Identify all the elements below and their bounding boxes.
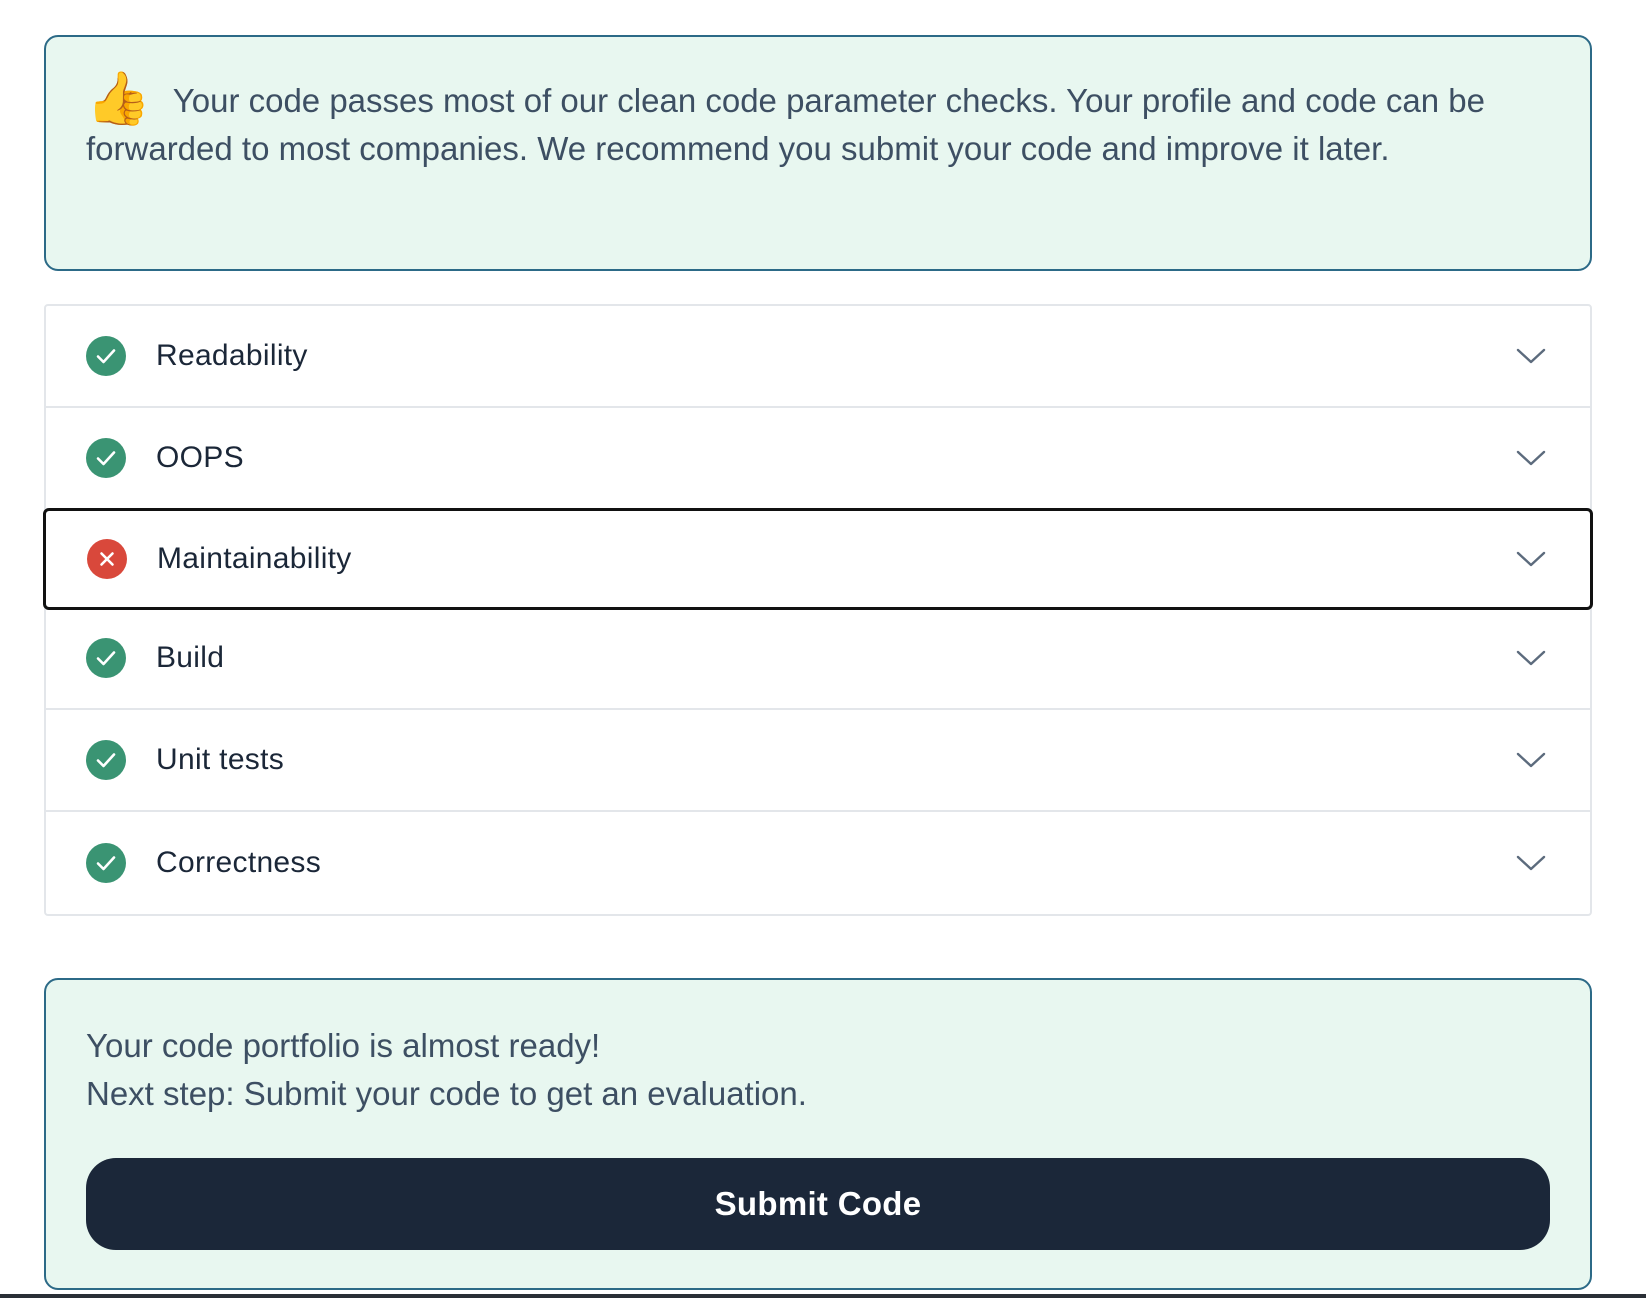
chevron-down-icon[interactable]: [1516, 854, 1546, 872]
thumbs-up-icon: 👍: [86, 70, 151, 128]
check-label: Maintainability: [157, 542, 352, 575]
check-label: Correctness: [156, 846, 322, 879]
chevron-down-icon[interactable]: [1516, 751, 1546, 769]
cta-headline: Your code portfolio is almost ready!: [86, 1027, 601, 1064]
check-pass-icon: [86, 336, 126, 376]
chevron-down-icon[interactable]: [1516, 449, 1546, 467]
check-row-build[interactable]: Build: [46, 608, 1590, 710]
banner-message: 👍 Your code passes most of our clean code…: [86, 70, 1550, 173]
check-pass-icon: [86, 638, 126, 678]
feedback-banner: 👍 Your code passes most of our clean code…: [44, 35, 1592, 271]
chevron-down-icon[interactable]: [1516, 649, 1546, 667]
check-row-correctness[interactable]: Correctness: [46, 812, 1590, 914]
check-label: Unit tests: [156, 743, 285, 776]
submit-code-button[interactable]: Submit Code: [86, 1158, 1550, 1250]
banner-text: Your code passes most of our clean code …: [86, 82, 1486, 167]
check-row-unit-tests[interactable]: Unit tests: [46, 710, 1590, 812]
check-row-oops[interactable]: OOPS: [46, 408, 1590, 510]
check-row-readability[interactable]: Readability: [46, 306, 1590, 408]
check-label: Build: [156, 641, 225, 674]
chevron-down-icon[interactable]: [1516, 550, 1546, 568]
cta-next-step: Next step: Submit your code to get an ev…: [86, 1075, 807, 1112]
check-label: OOPS: [156, 441, 244, 474]
check-fail-icon: [87, 539, 127, 579]
check-pass-icon: [86, 438, 126, 478]
check-label: Readability: [156, 339, 308, 372]
check-pass-icon: [86, 740, 126, 780]
check-pass-icon: [86, 843, 126, 883]
chevron-down-icon[interactable]: [1516, 347, 1546, 365]
code-review-panel: 👍 Your code passes most of our clean code…: [0, 0, 1646, 1298]
submit-panel: Your code portfolio is almost ready! Nex…: [44, 978, 1592, 1290]
checks-accordion: Readability OOPS Maintainability Build U…: [43, 304, 1593, 916]
window-bottom-edge: [0, 1294, 1646, 1298]
check-row-maintainability[interactable]: Maintainability: [43, 508, 1593, 610]
